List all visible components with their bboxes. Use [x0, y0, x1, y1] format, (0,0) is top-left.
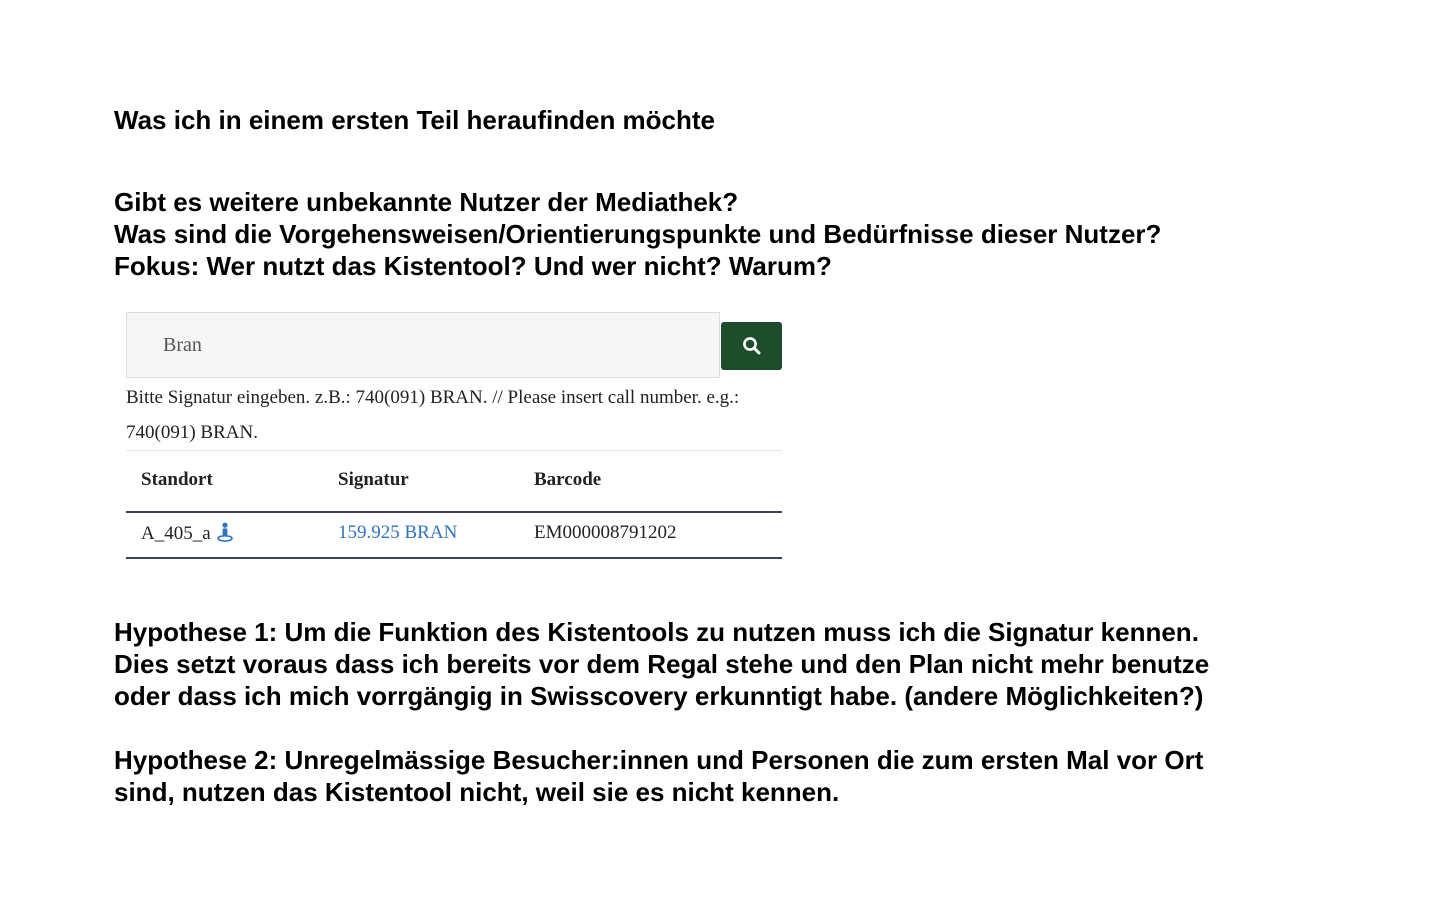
research-questions: Gibt es weitere unbekannte Nutzer der Me…	[114, 186, 1161, 282]
location-person-icon[interactable]	[216, 522, 234, 542]
column-header-barcode: Barcode	[534, 469, 602, 490]
hypothesis-2: Hypothese 2: Unregelmässige Besucher:inn…	[114, 744, 1203, 808]
slide-heading: Was ich in einem ersten Teil heraufinden…	[114, 105, 716, 135]
divider	[126, 450, 782, 451]
standort-value: A_405_a	[141, 523, 211, 544]
hint-line: Bitte Signatur eingeben. z.B.: 740(091) …	[126, 387, 740, 408]
question-line: Gibt es weitere unbekannte Nutzer der Me…	[114, 187, 739, 217]
hypothesis-line: Hypothese 1: Um die Funktion des Kistent…	[114, 617, 1199, 647]
hypothesis-line: oder dass ich mich vorrgängig in Swissco…	[114, 681, 1204, 711]
signatur-link[interactable]: 159.925 BRAN	[338, 522, 457, 544]
hypothesis-1: Hypothese 1: Um die Funktion des Kistent…	[114, 616, 1209, 712]
column-header-signatur: Signatur	[338, 469, 409, 490]
hypothesis-line: sind, nutzen das Kistentool nicht, weil …	[114, 777, 840, 807]
call-number-search-input[interactable]	[126, 312, 720, 378]
standort-cell: A_405_a	[141, 522, 234, 545]
question-line: Was sind die Vorgehensweisen/Orientierun…	[114, 219, 1162, 249]
slide: Was ich in einem ersten Teil heraufinden…	[0, 0, 1440, 900]
barcode-value: EM000008791202	[534, 522, 677, 543]
search-button[interactable]	[721, 322, 782, 370]
hypothesis-line: Dies setzt voraus dass ich bereits vor d…	[114, 649, 1210, 679]
question-line: Fokus: Wer nutzt das Kistentool? Und wer…	[114, 251, 832, 281]
table-bottom-rule	[126, 557, 782, 559]
search-hint: Bitte Signatur eingeben. z.B.: 740(091) …	[126, 380, 782, 450]
hint-line: 740(091) BRAN.	[126, 422, 258, 443]
table-header-rule	[126, 511, 782, 513]
search-icon	[742, 337, 760, 355]
kistentool-screenshot: Bitte Signatur eingeben. z.B.: 740(091) …	[126, 312, 782, 560]
hypothesis-line: Hypothese 2: Unregelmässige Besucher:inn…	[114, 745, 1204, 775]
column-header-standort: Standort	[141, 469, 213, 490]
